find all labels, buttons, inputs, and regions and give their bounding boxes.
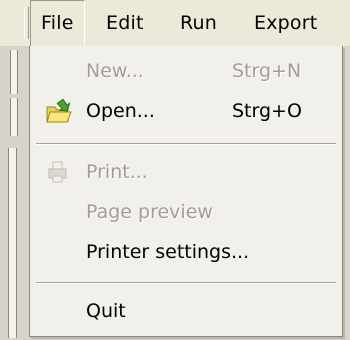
menu-separator bbox=[36, 282, 336, 284]
menu-item-page-preview[interactable]: Page preview bbox=[30, 192, 342, 232]
menu-separator bbox=[36, 143, 336, 145]
menu-item-new[interactable]: New... Strg+N bbox=[30, 51, 342, 91]
background-window-edge bbox=[10, 98, 18, 136]
menu-item-label: Quit bbox=[86, 300, 126, 322]
menu-item-printer-settings[interactable]: Printer settings... bbox=[30, 232, 342, 272]
menu-item-print[interactable]: Print... bbox=[30, 152, 342, 192]
menu-item-quit[interactable]: Quit bbox=[30, 291, 342, 331]
menu-item-label: Print... bbox=[86, 161, 148, 183]
printer-icon bbox=[44, 158, 74, 186]
menu-item-label: New... bbox=[86, 60, 144, 82]
menu-item-shortcut: Strg+O bbox=[232, 100, 302, 122]
open-folder-icon bbox=[44, 97, 74, 125]
menu-item-label: Printer settings... bbox=[86, 241, 250, 263]
menu-item-label: Page preview bbox=[86, 201, 213, 223]
menu-run[interactable]: Run bbox=[170, 0, 227, 46]
menu-export[interactable]: Export bbox=[244, 0, 327, 46]
menu-item-label: Open... bbox=[86, 100, 155, 122]
menu-item-shortcut: Strg+N bbox=[232, 60, 302, 82]
app-window: File Edit Run Export New... Strg+N Open.… bbox=[0, 0, 350, 340]
background-window-edge bbox=[8, 148, 17, 338]
file-menu-dropdown: New... Strg+N Open... Strg+O Print... Pa… bbox=[29, 46, 343, 337]
toolbar-grip-handle[interactable] bbox=[24, 7, 29, 39]
menu-edit[interactable]: Edit bbox=[96, 0, 154, 46]
menu-bar: File Edit Run Export bbox=[0, 0, 350, 47]
background-window-edge bbox=[10, 50, 18, 94]
menu-item-open[interactable]: Open... Strg+O bbox=[30, 91, 342, 131]
menu-file[interactable]: File bbox=[30, 0, 85, 46]
